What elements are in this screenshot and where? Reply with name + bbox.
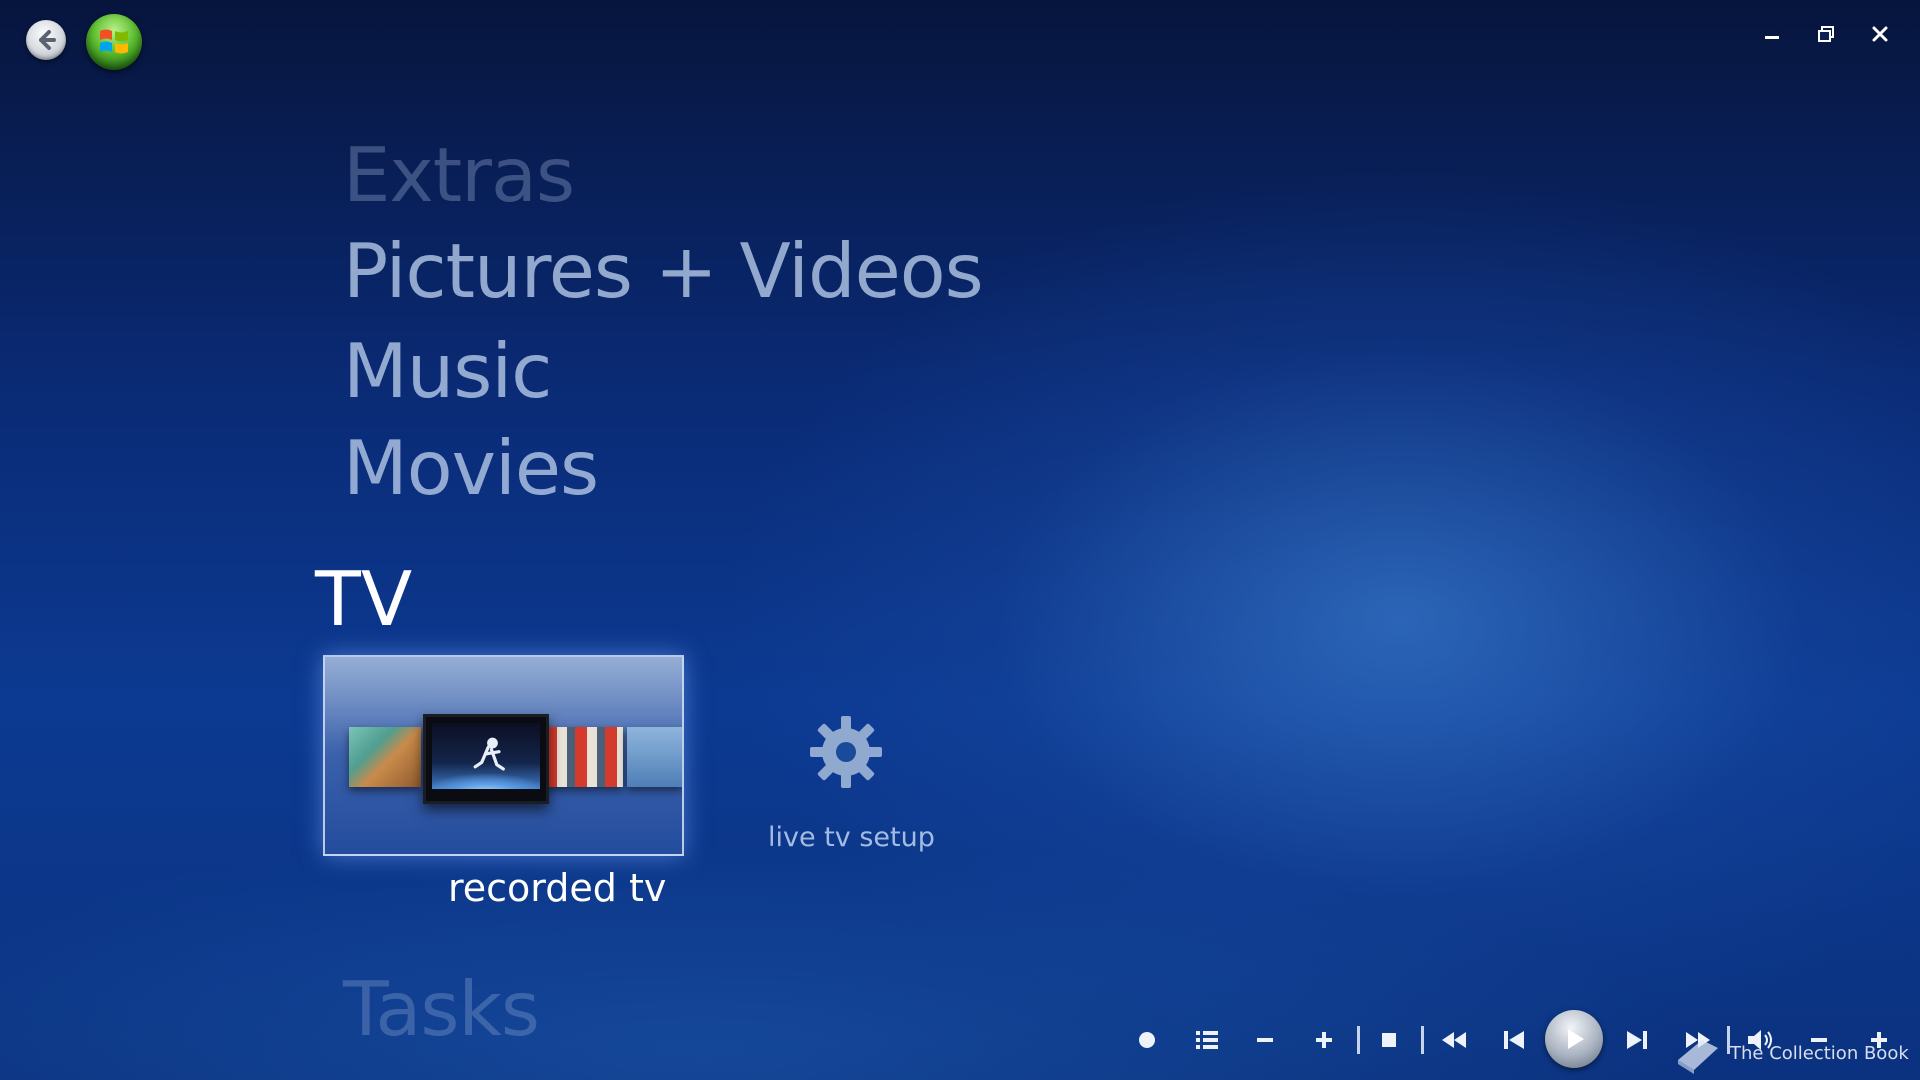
menu-item-pictures-videos[interactable]: Pictures + Videos — [343, 234, 984, 309]
plus-icon — [1316, 1032, 1332, 1048]
play-icon — [1568, 1029, 1584, 1049]
astronaut-thumbnail — [432, 723, 540, 789]
windows-start-orb-icon — [100, 29, 128, 54]
transport-separator — [1357, 1026, 1360, 1054]
book-icon — [1678, 1040, 1718, 1074]
skip-back-icon — [1504, 1031, 1524, 1049]
channel-up-button[interactable] — [1307, 1020, 1341, 1060]
record-icon — [1139, 1032, 1155, 1048]
rewind-button[interactable] — [1436, 1020, 1472, 1060]
menu-item-extras[interactable]: Extras — [343, 138, 575, 213]
rewind-icon — [1442, 1032, 1466, 1048]
menu-item-tasks[interactable]: Tasks — [343, 972, 540, 1047]
skip-forward-button[interactable] — [1620, 1020, 1654, 1060]
windows-start-orb-button[interactable] — [86, 14, 142, 70]
recorded-show-thumbnail — [627, 727, 682, 787]
guide-list-icon — [1196, 1031, 1218, 1049]
stop-button[interactable] — [1372, 1020, 1406, 1060]
recorded-tv-tile[interactable] — [323, 655, 684, 856]
recorded-tv-label: recorded tv — [448, 866, 667, 910]
play-button[interactable] — [1545, 1010, 1603, 1068]
live-tv-setup-label[interactable]: live tv setup — [768, 822, 935, 853]
skip-back-button[interactable] — [1497, 1020, 1531, 1060]
channel-down-button[interactable] — [1248, 1020, 1282, 1060]
tv-set-thumbnail — [423, 714, 549, 804]
close-icon — [1872, 26, 1888, 42]
back-button[interactable] — [26, 20, 66, 60]
record-button[interactable] — [1130, 1020, 1164, 1060]
menu-item-music[interactable]: Music — [343, 334, 552, 409]
minimize-button[interactable] — [1758, 20, 1786, 48]
guide-button[interactable] — [1190, 1020, 1224, 1060]
skip-forward-icon — [1627, 1031, 1647, 1049]
close-button[interactable] — [1866, 20, 1894, 48]
back-arrow-icon — [39, 30, 56, 50]
menu-item-movies[interactable]: Movies — [343, 431, 599, 506]
restore-icon — [1818, 26, 1834, 42]
recorded-show-thumbnail — [545, 727, 623, 787]
minimize-icon — [1765, 36, 1779, 39]
gear-icon[interactable] — [808, 714, 884, 790]
recorded-show-thumbnail — [349, 727, 421, 787]
watermark-text: The Collection Book — [1730, 1043, 1909, 1064]
stop-icon — [1382, 1033, 1396, 1047]
astronaut-icon — [473, 737, 505, 771]
restore-button[interactable] — [1812, 20, 1840, 48]
menu-item-tv[interactable]: TV — [315, 562, 412, 637]
transport-separator — [1421, 1026, 1424, 1054]
minus-icon — [1257, 1038, 1273, 1042]
